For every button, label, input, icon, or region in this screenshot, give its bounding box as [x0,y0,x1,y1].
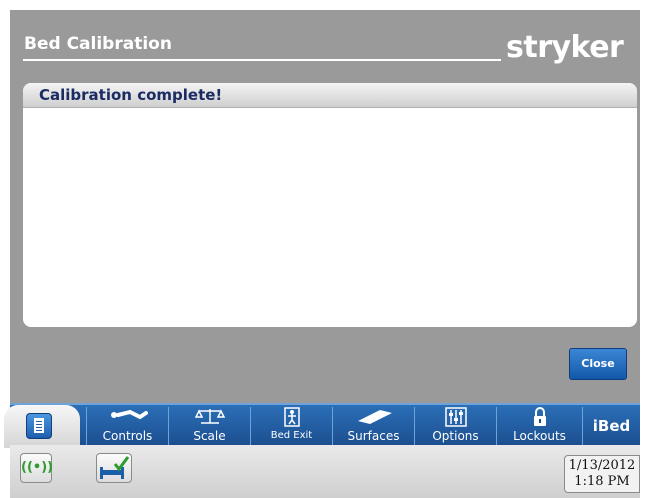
home-document-icon [26,413,52,439]
tab-home[interactable] [4,405,80,448]
tab-lockouts[interactable]: Lockouts [496,407,582,445]
ibed-label: iBed [592,417,631,435]
status-bar: ((•)) 1/13/2012 1:18 PM [10,445,640,498]
patient-icon [87,407,168,429]
time-text: 1:18 PM [574,474,630,489]
lock-icon [497,407,582,429]
bed-check-icon [97,454,131,482]
tab-scale[interactable]: Scale [168,407,250,445]
wireless-status-button[interactable]: ((•)) [20,453,54,483]
date-text: 1/13/2012 [568,458,636,473]
bottom-nav-bar: Controls Scale Bed Exit Surfaces Options [4,403,640,448]
tab-surfaces[interactable]: Surfaces [332,407,414,445]
tab-controls-label: Controls [102,429,153,443]
panel-title: Calibration complete! [23,83,637,108]
tab-lockouts-label: Lockouts [513,429,566,443]
calibration-panel: Calibration complete! [23,83,637,327]
surface-icon [333,407,414,429]
close-button[interactable]: Close [569,348,627,380]
tab-bed-exit-label: Bed Exit [270,430,313,441]
page-title: Bed Calibration [24,34,172,54]
tab-options[interactable]: Options [414,407,496,445]
tab-options-label: Options [432,429,479,443]
stryker-logo: stryker [506,30,624,65]
sliders-icon [415,407,496,429]
bed-exit-icon [251,407,332,429]
title-underline [23,59,501,61]
tab-controls[interactable]: Controls [86,407,168,445]
tab-ibed[interactable]: iBed [582,407,640,445]
bed-status-button[interactable] [96,453,132,483]
wireless-icon: ((•)) [21,460,54,475]
tab-scale-label: Scale [193,429,226,443]
bed-calibration-screen: Bed Calibration stryker Calibration comp… [4,10,640,498]
tab-bed-exit[interactable]: Bed Exit [250,407,332,445]
scale-icon [169,407,250,429]
tab-surfaces-label: Surfaces [347,429,400,443]
date-time-display[interactable]: 1/13/2012 1:18 PM [564,455,640,493]
